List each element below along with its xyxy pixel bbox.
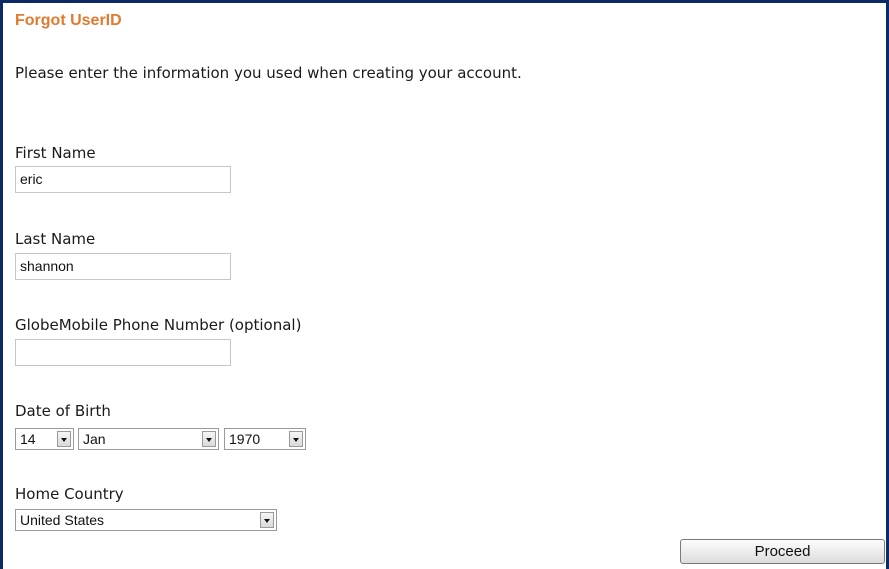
- home-country-select[interactable]: United States: [15, 509, 277, 531]
- last-name-label: Last Name: [15, 230, 96, 248]
- last-name-field[interactable]: shannon: [15, 253, 231, 280]
- first-name-field[interactable]: eric: [15, 166, 231, 193]
- dob-month-value: Jan: [83, 431, 106, 447]
- phone-field[interactable]: [15, 339, 231, 366]
- dob-day-select[interactable]: 14: [15, 428, 74, 450]
- date-of-birth-label: Date of Birth: [15, 402, 111, 420]
- intro-text: Please enter the information you used wh…: [15, 64, 522, 82]
- dob-year-dropdown-icon[interactable]: [289, 431, 303, 447]
- first-name-label: First Name: [15, 144, 96, 162]
- proceed-button[interactable]: Proceed: [680, 539, 885, 564]
- page-title: Forgot UserID: [15, 12, 122, 29]
- dob-day-value: 14: [20, 431, 36, 447]
- phone-label: GlobeMobile Phone Number (optional): [15, 316, 302, 334]
- dob-day-dropdown-icon[interactable]: [57, 431, 71, 447]
- home-country-label: Home Country: [15, 485, 124, 503]
- home-country-value: United States: [20, 512, 105, 528]
- dob-year-value: 1970: [229, 431, 261, 447]
- dob-year-select[interactable]: 1970: [224, 428, 306, 450]
- dob-month-dropdown-icon[interactable]: [202, 431, 216, 447]
- dob-month-select[interactable]: Jan: [78, 428, 219, 450]
- home-country-dropdown-icon[interactable]: [260, 512, 274, 528]
- page-frame: [0, 0, 889, 569]
